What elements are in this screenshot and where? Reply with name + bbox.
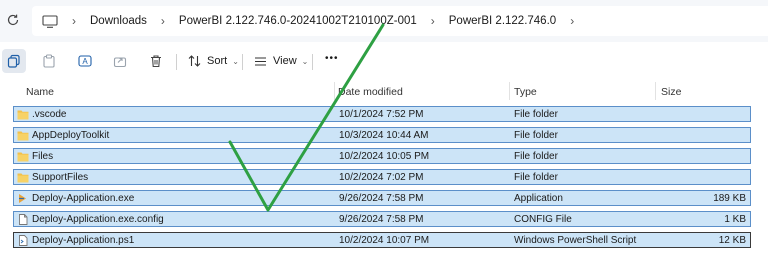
chevron-right-icon[interactable]: › xyxy=(161,14,165,28)
file-row[interactable]: Deploy-Application.ps1 10/2/2024 10:07 P… xyxy=(13,232,751,248)
powershell-file-icon xyxy=(19,235,28,246)
delete-button[interactable] xyxy=(147,52,165,70)
chevron-down-icon: ⌄ xyxy=(301,56,309,66)
breadcrumb[interactable]: › Downloads › PowerBI 2.122.746.0-202410… xyxy=(32,6,768,36)
file-date-modified: 9/26/2024 7:58 PM xyxy=(339,214,424,225)
rename-icon: A xyxy=(77,55,92,67)
file-type: File folder xyxy=(514,172,558,183)
file-date-modified: 10/3/2024 10:44 AM xyxy=(339,130,429,141)
chevron-right-icon[interactable]: › xyxy=(570,14,574,28)
file-date-modified: 10/2/2024 10:05 PM xyxy=(339,151,430,162)
rename-button[interactable]: A xyxy=(76,52,94,70)
file-name: Deploy-Application.ps1 xyxy=(32,235,135,246)
refresh-icon[interactable] xyxy=(6,13,20,27)
file-type: Windows PowerShell Script xyxy=(514,235,637,246)
file-name: .vscode xyxy=(32,109,67,120)
folder-icon xyxy=(17,110,29,120)
chevron-down-icon: ⌄ xyxy=(232,56,239,66)
file-name: Deploy-Application.exe xyxy=(32,193,135,204)
file-name: Deploy-Application.exe.config xyxy=(32,214,164,225)
file-row[interactable]: Deploy-Application.exe.config 9/26/2024 … xyxy=(13,211,751,227)
file-date-modified: 10/1/2024 7:52 PM xyxy=(339,109,424,120)
trash-icon xyxy=(151,55,161,68)
column-header: Name Date modified Type Size xyxy=(0,82,768,100)
address-bar-area: › Downloads › PowerBI 2.122.746.0-202410… xyxy=(0,0,768,42)
copy-icon xyxy=(7,54,20,68)
config-file-icon xyxy=(19,214,28,225)
sort-label: Sort xyxy=(207,55,228,67)
more-options-button[interactable]: ••• xyxy=(325,53,339,64)
file-size: 12 KB xyxy=(718,235,746,246)
file-size: 189 KB xyxy=(713,193,746,204)
column-divider[interactable] xyxy=(509,82,510,100)
view-list-icon xyxy=(255,56,266,66)
file-row[interactable]: .vscode 10/1/2024 7:52 PM File folder xyxy=(13,106,751,122)
file-name: AppDeployToolkit xyxy=(32,130,110,141)
file-row[interactable]: Deploy-Application.exe 9/26/2024 7:58 PM… xyxy=(13,190,751,206)
sort-button[interactable]: Sort ⌄ xyxy=(188,55,239,67)
file-type: File folder xyxy=(514,130,558,141)
sort-icon xyxy=(188,55,201,67)
paste-button[interactable] xyxy=(40,52,58,70)
column-header-type[interactable]: Type xyxy=(514,86,537,98)
file-date-modified: 10/2/2024 10:07 PM xyxy=(339,235,430,246)
copy-button[interactable] xyxy=(2,49,26,73)
column-header-date-modified[interactable]: Date modified xyxy=(338,86,403,98)
chevron-right-icon[interactable]: › xyxy=(72,14,76,28)
file-type: File folder xyxy=(514,109,558,120)
file-date-modified: 9/26/2024 7:58 PM xyxy=(339,193,424,204)
column-divider[interactable] xyxy=(655,82,656,100)
file-row[interactable]: Files 10/2/2024 10:05 PM File folder xyxy=(13,148,751,164)
view-label: View xyxy=(273,55,297,67)
file-name: SupportFiles xyxy=(32,172,89,183)
column-header-size[interactable]: Size xyxy=(661,86,681,98)
folder-icon xyxy=(17,173,29,183)
svg-text:A: A xyxy=(82,57,88,66)
file-name: Files xyxy=(32,151,54,162)
file-type: Application xyxy=(514,193,563,204)
file-type: CONFIG File xyxy=(514,214,572,225)
breadcrumb-parent-folder[interactable]: PowerBI 2.122.746.0-20241002T210100Z-001 xyxy=(179,15,417,27)
file-row[interactable]: AppDeployToolkit 10/3/2024 10:44 AM File… xyxy=(13,127,751,143)
breadcrumb-current-folder[interactable]: PowerBI 2.122.746.0 xyxy=(449,15,556,27)
folder-icon xyxy=(17,131,29,141)
file-size: 1 KB xyxy=(724,214,746,225)
file-row[interactable]: SupportFiles 10/2/2024 7:02 PM File fold… xyxy=(13,169,751,185)
file-date-modified: 10/2/2024 7:02 PM xyxy=(339,172,424,183)
command-bar: A Sort ⌄ View ⌄ ••• xyxy=(0,44,768,78)
toolbar-divider xyxy=(176,54,177,70)
column-divider[interactable] xyxy=(334,82,335,100)
file-type: File folder xyxy=(514,151,558,162)
paste-icon xyxy=(43,54,55,68)
folder-icon xyxy=(17,152,29,162)
breadcrumb-downloads[interactable]: Downloads xyxy=(90,15,147,27)
view-button[interactable]: View ⌄ xyxy=(254,55,308,67)
share-icon xyxy=(113,57,127,68)
column-header-name[interactable]: Name xyxy=(26,86,54,98)
toolbar-divider xyxy=(312,54,313,70)
share-button[interactable] xyxy=(111,52,129,70)
toolbar-divider xyxy=(242,54,243,70)
this-pc-icon[interactable] xyxy=(42,14,58,28)
exe-icon xyxy=(19,194,26,203)
chevron-right-icon[interactable]: › xyxy=(431,14,435,28)
